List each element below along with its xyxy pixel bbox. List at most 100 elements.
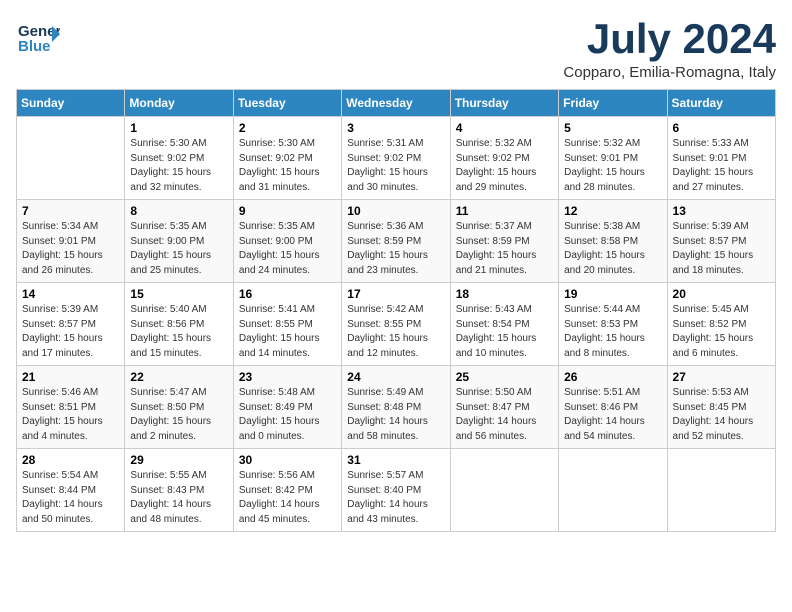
day-number: 8 [130,204,227,218]
day-number: 21 [22,370,119,384]
calendar-cell [559,449,667,532]
calendar-cell: 31 Sunrise: 5:57 AMSunset: 8:40 PMDayligh… [342,449,450,532]
days-header-row: SundayMondayTuesdayWednesdayThursdayFrid… [17,90,776,117]
calendar-cell: 9Sunrise: 5:35 AMSunset: 9:00 PMDaylight… [233,200,341,283]
calendar-cell [667,449,775,532]
day-info: Sunrise: 5:36 AMSunset: 8:59 PMDaylight:… [347,220,444,278]
calendar-cell: 2Sunrise: 5:30 AMSunset: 9:02 PMDaylight… [233,117,341,200]
day-info: Sunrise: 5:46 AMSunset: 8:51 PMDaylight:… [22,386,119,444]
day-info: Sunrise: 5:32 AMSunset: 9:02 PMDaylight:… [456,137,553,195]
calendar-cell: 13 Sunrise: 5:39 AMSunset: 8:57 PMDayligh… [667,200,775,283]
day-number: 22 [130,370,227,384]
month-title: July 2024 [563,16,776,62]
day-number: 18 [456,287,553,301]
day-number: 13 [673,204,770,218]
day-header-wednesday: Wednesday [342,90,450,117]
day-header-thursday: Thursday [450,90,558,117]
calendar-cell: 12 Sunrise: 5:38 AMSunset: 8:58 PMDayligh… [559,200,667,283]
day-number: 15 [130,287,227,301]
day-number: 17 [347,287,444,301]
calendar-cell: 30 Sunrise: 5:56 AMSunset: 8:42 PMDayligh… [233,449,341,532]
week-row-5: 28 Sunrise: 5:54 AMSunset: 8:44 PMDayligh… [17,449,776,532]
logo: General Blue [16,16,60,65]
day-header-monday: Monday [125,90,233,117]
day-info: Sunrise: 5:32 AMSunset: 9:01 PMDaylight:… [564,137,661,195]
day-number: 24 [347,370,444,384]
day-info: Sunrise: 5:31 AMSunset: 9:02 PMDaylight:… [347,137,444,195]
week-row-3: 14 Sunrise: 5:39 AMSunset: 8:57 PMDayligh… [17,283,776,366]
calendar-cell: 26 Sunrise: 5:51 AMSunset: 8:46 PMDayligh… [559,366,667,449]
calendar-cell: 25Sunrise: 5:50 AMSunset: 8:47 PMDayligh… [450,366,558,449]
calendar-cell: 4 Sunrise: 5:32 AMSunset: 9:02 PMDaylight… [450,117,558,200]
calendar-cell: 21 Sunrise: 5:46 AMSunset: 8:51 PMDayligh… [17,366,125,449]
day-info: Sunrise: 5:54 AMSunset: 8:44 PMDaylight:… [22,469,119,527]
day-info: Sunrise: 5:33 AMSunset: 9:01 PMDaylight:… [673,137,770,195]
calendar-cell: 17 Sunrise: 5:42 AMSunset: 8:55 PMDayligh… [342,283,450,366]
calendar-cell: 5 Sunrise: 5:32 AMSunset: 9:01 PMDaylight… [559,117,667,200]
header: General Blue July 2024 Copparo, Emilia-R… [16,16,776,81]
day-info: Sunrise: 5:55 AMSunset: 8:43 PMDaylight:… [130,469,227,527]
week-row-1: 1 Sunrise: 5:30 AMSunset: 9:02 PMDaylight… [17,117,776,200]
day-header-friday: Friday [559,90,667,117]
day-info: Sunrise: 5:42 AMSunset: 8:55 PMDaylight:… [347,303,444,361]
day-number: 9 [239,204,336,218]
calendar-cell: 7Sunrise: 5:34 AMSunset: 9:01 PMDaylight… [17,200,125,283]
day-number: 4 [456,121,553,135]
day-number: 27 [673,370,770,384]
day-info: Sunrise: 5:57 AMSunset: 8:40 PMDaylight:… [347,469,444,527]
calendar-cell: 16 Sunrise: 5:41 AMSunset: 8:55 PMDayligh… [233,283,341,366]
day-number: 19 [564,287,661,301]
calendar-table: SundayMondayTuesdayWednesdayThursdayFrid… [16,89,776,532]
day-header-tuesday: Tuesday [233,90,341,117]
day-number: 1 [130,121,227,135]
calendar-cell [450,449,558,532]
day-info: Sunrise: 5:49 AMSunset: 8:48 PMDaylight:… [347,386,444,444]
day-number: 16 [239,287,336,301]
day-number: 26 [564,370,661,384]
day-number: 28 [22,453,119,467]
calendar-cell: 14 Sunrise: 5:39 AMSunset: 8:57 PMDayligh… [17,283,125,366]
calendar-cell: 6Sunrise: 5:33 AMSunset: 9:01 PMDaylight… [667,117,775,200]
day-number: 7 [22,204,119,218]
calendar-cell: 8Sunrise: 5:35 AMSunset: 9:00 PMDaylight… [125,200,233,283]
day-number: 10 [347,204,444,218]
calendar-cell [17,117,125,200]
day-info: Sunrise: 5:39 AMSunset: 8:57 PMDaylight:… [673,220,770,278]
calendar-cell: 28 Sunrise: 5:54 AMSunset: 8:44 PMDayligh… [17,449,125,532]
day-number: 5 [564,121,661,135]
day-info: Sunrise: 5:44 AMSunset: 8:53 PMDaylight:… [564,303,661,361]
calendar-cell: 18 Sunrise: 5:43 AMSunset: 8:54 PMDayligh… [450,283,558,366]
day-number: 30 [239,453,336,467]
day-info: Sunrise: 5:50 AMSunset: 8:47 PMDaylight:… [456,386,553,444]
day-number: 11 [456,204,553,218]
calendar-cell: 27Sunrise: 5:53 AMSunset: 8:45 PMDayligh… [667,366,775,449]
calendar-cell: 15Sunrise: 5:40 AMSunset: 8:56 PMDayligh… [125,283,233,366]
day-number: 23 [239,370,336,384]
day-info: Sunrise: 5:51 AMSunset: 8:46 PMDaylight:… [564,386,661,444]
day-header-sunday: Sunday [17,90,125,117]
calendar-cell: 20 Sunrise: 5:45 AMSunset: 8:52 PMDayligh… [667,283,775,366]
svg-text:Blue: Blue [18,38,51,55]
day-info: Sunrise: 5:39 AMSunset: 8:57 PMDaylight:… [22,303,119,361]
day-info: Sunrise: 5:41 AMSunset: 8:55 PMDaylight:… [239,303,336,361]
day-number: 3 [347,121,444,135]
day-info: Sunrise: 5:56 AMSunset: 8:42 PMDaylight:… [239,469,336,527]
day-number: 12 [564,204,661,218]
day-number: 2 [239,121,336,135]
day-number: 14 [22,287,119,301]
calendar-cell: 29Sunrise: 5:55 AMSunset: 8:43 PMDayligh… [125,449,233,532]
title-block: July 2024 Copparo, Emilia-Romagna, Italy [563,16,776,81]
day-info: Sunrise: 5:30 AMSunset: 9:02 PMDaylight:… [130,137,227,195]
calendar-cell: 10 Sunrise: 5:36 AMSunset: 8:59 PMDayligh… [342,200,450,283]
day-info: Sunrise: 5:45 AMSunset: 8:52 PMDaylight:… [673,303,770,361]
calendar-cell: 22Sunrise: 5:47 AMSunset: 8:50 PMDayligh… [125,366,233,449]
day-number: 20 [673,287,770,301]
day-number: 31 [347,453,444,467]
calendar-cell: 3 Sunrise: 5:31 AMSunset: 9:02 PMDaylight… [342,117,450,200]
day-info: Sunrise: 5:48 AMSunset: 8:49 PMDaylight:… [239,386,336,444]
calendar-cell: 24 Sunrise: 5:49 AMSunset: 8:48 PMDayligh… [342,366,450,449]
location-subtitle: Copparo, Emilia-Romagna, Italy [563,64,776,81]
day-info: Sunrise: 5:38 AMSunset: 8:58 PMDaylight:… [564,220,661,278]
day-header-saturday: Saturday [667,90,775,117]
day-info: Sunrise: 5:43 AMSunset: 8:54 PMDaylight:… [456,303,553,361]
